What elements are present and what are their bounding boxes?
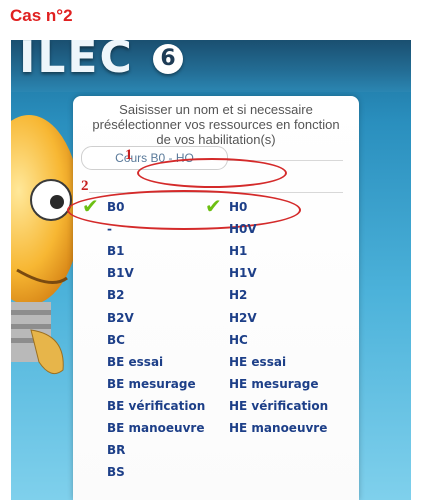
mascot-illustration (11, 115, 81, 375)
right-item[interactable]: H2V (229, 311, 257, 325)
app-screen: ILEC 6 Saisisser un nom et si necessaire… (11, 40, 411, 500)
right-item[interactable]: HE essai (229, 355, 286, 369)
right-item[interactable]: HC (229, 333, 248, 347)
case-title: Cas n°2 (10, 6, 73, 25)
annotation-number-1: 1 (125, 147, 133, 163)
right-item[interactable]: H2 (229, 288, 247, 302)
left-item[interactable]: B2 (107, 288, 125, 302)
left-item[interactable]: BR (107, 443, 125, 457)
annotation-ellipse-1 (137, 158, 287, 188)
left-item[interactable]: BS (107, 465, 125, 479)
right-item[interactable]: H1V (229, 266, 257, 280)
right-0-check-icon: ✔ (205, 194, 222, 218)
annotation-number-2: 2 (81, 178, 89, 194)
right-item[interactable]: H0V (229, 222, 257, 236)
right-item[interactable]: H1 (229, 244, 247, 258)
panel-prompt: Saisisser un nom et si necessaire présél… (73, 102, 359, 147)
left-item[interactable]: B2V (107, 311, 134, 325)
logo-version-badge: 6 (153, 44, 183, 74)
left-0-check-icon: ✔ (82, 194, 99, 218)
right-item[interactable]: HE mesurage (229, 377, 319, 391)
right-item[interactable]: H0 (229, 200, 247, 214)
left-item[interactable]: BE mesurage (107, 377, 196, 391)
left-item[interactable]: - (107, 222, 112, 236)
left-item[interactable]: BC (107, 333, 125, 347)
left-item[interactable]: BE vérification (107, 399, 205, 413)
left-item[interactable]: B1 (107, 244, 125, 258)
left-item[interactable]: B1V (107, 266, 134, 280)
prompt-line-1: Saisisser un nom et si necessaire (119, 102, 313, 117)
left-item[interactable]: BE manoeuvre (107, 421, 204, 435)
annotation-ellipse-2 (67, 190, 301, 230)
left-item[interactable]: BE essai (107, 355, 163, 369)
right-item[interactable]: HE manoeuvre (229, 421, 327, 435)
left-item[interactable]: B0 (107, 200, 125, 214)
prompt-line-2: présélectionner vos ressources en foncti… (92, 117, 340, 132)
right-item[interactable]: HE vérification (229, 399, 328, 413)
prompt-line-3: de vos habilitation(s) (156, 132, 276, 147)
